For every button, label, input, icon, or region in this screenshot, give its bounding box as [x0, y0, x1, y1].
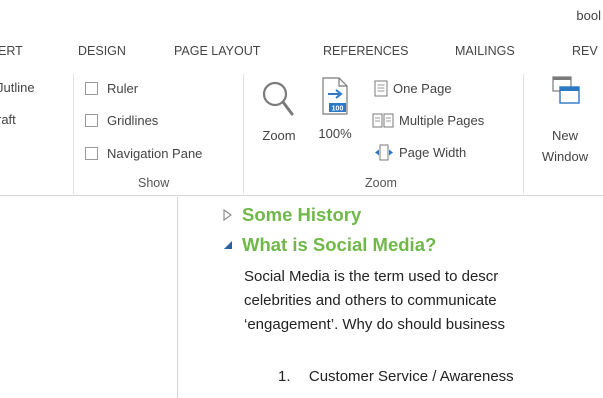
- page-width-label: Page Width: [399, 144, 467, 160]
- magnifier-icon: [262, 81, 294, 116]
- zoom-100-button[interactable]: 100 100%: [313, 74, 357, 154]
- checkbox-box: [85, 146, 98, 160]
- window-title: bool: [576, 8, 601, 23]
- zoom-label: Zoom: [262, 128, 296, 143]
- tab-references[interactable]: REFERENCES: [323, 44, 408, 58]
- new-window-label-line2: Window: [541, 149, 589, 164]
- multiple-pages-icon: [372, 113, 394, 127]
- collapsed-triangle-icon[interactable]: [222, 208, 242, 222]
- document-area: Some History What is Social Media? Socia…: [0, 197, 603, 398]
- page-width-button[interactable]: Page Width: [374, 142, 466, 162]
- paragraph-line: celebrities and others to communicate: [244, 292, 497, 309]
- page-width-icon: [375, 144, 393, 160]
- navigation-pane-checkbox[interactable]: Navigation Pane: [85, 143, 202, 163]
- ribbon-tabs: ERT DESIGN PAGE LAYOUT REFERENCES MAILIN…: [0, 36, 603, 66]
- zoom-group-label: Zoom: [365, 176, 397, 190]
- tab-page-layout[interactable]: PAGE LAYOUT: [174, 44, 260, 58]
- outline-button[interactable]: Jutline: [0, 80, 35, 95]
- expanded-triangle-icon[interactable]: [222, 238, 242, 252]
- list-number: 1.: [278, 368, 291, 385]
- heading-text: What is Social Media?: [242, 234, 437, 255]
- tab-mailings[interactable]: MAILINGS: [455, 44, 515, 58]
- ruler-checkbox[interactable]: Ruler: [85, 78, 138, 98]
- new-window-label-line1: New: [551, 128, 578, 143]
- checkbox-box: [85, 113, 98, 127]
- zoom-100-badge: 100: [332, 106, 344, 113]
- multiple-pages-button[interactable]: Multiple Pages: [372, 110, 484, 130]
- multiple-pages-label: Multiple Pages: [399, 112, 485, 128]
- paragraph-line: Social Media is the term used to descr: [244, 268, 499, 285]
- gridlines-label: Gridlines: [107, 112, 159, 128]
- group-separator: [73, 74, 74, 194]
- one-page-icon: [374, 80, 388, 96]
- show-group-label: Show: [138, 176, 170, 190]
- navigation-pane: [0, 197, 178, 398]
- zoom-100-label: 100%: [318, 126, 352, 141]
- draft-button[interactable]: raft: [0, 112, 16, 127]
- gridlines-checkbox[interactable]: Gridlines: [85, 110, 158, 130]
- navigation-pane-label: Navigation Pane: [107, 145, 203, 161]
- new-window-button[interactable]: New Window: [530, 74, 600, 174]
- heading-what-is-social-media[interactable]: What is Social Media?: [222, 234, 436, 256]
- ruler-label: Ruler: [107, 80, 139, 96]
- zoom-100-icon: 100: [322, 77, 348, 115]
- group-separator: [243, 74, 244, 194]
- list-item: 1. Customer Service / Awareness: [278, 368, 514, 385]
- ribbon-panel: Jutline raft Ruler Gridlines Navigation …: [0, 66, 603, 196]
- checkbox-box: [85, 81, 98, 95]
- one-page-label: One Page: [393, 80, 452, 96]
- tab-design[interactable]: DESIGN: [78, 44, 126, 58]
- one-page-button[interactable]: One Page: [374, 78, 452, 98]
- new-window-icon: [552, 76, 580, 104]
- tab-review[interactable]: REV: [572, 44, 598, 58]
- zoom-button[interactable]: Zoom: [254, 74, 304, 154]
- title-bar: bool: [0, 0, 603, 36]
- paragraph-line: ‘engagement’. Why do should business: [244, 316, 505, 333]
- heading-some-history[interactable]: Some History: [222, 204, 361, 226]
- tab-insert[interactable]: ERT: [0, 44, 23, 58]
- heading-text: Some History: [242, 204, 362, 225]
- list-text: Customer Service / Awareness: [308, 368, 514, 385]
- group-separator: [523, 74, 524, 194]
